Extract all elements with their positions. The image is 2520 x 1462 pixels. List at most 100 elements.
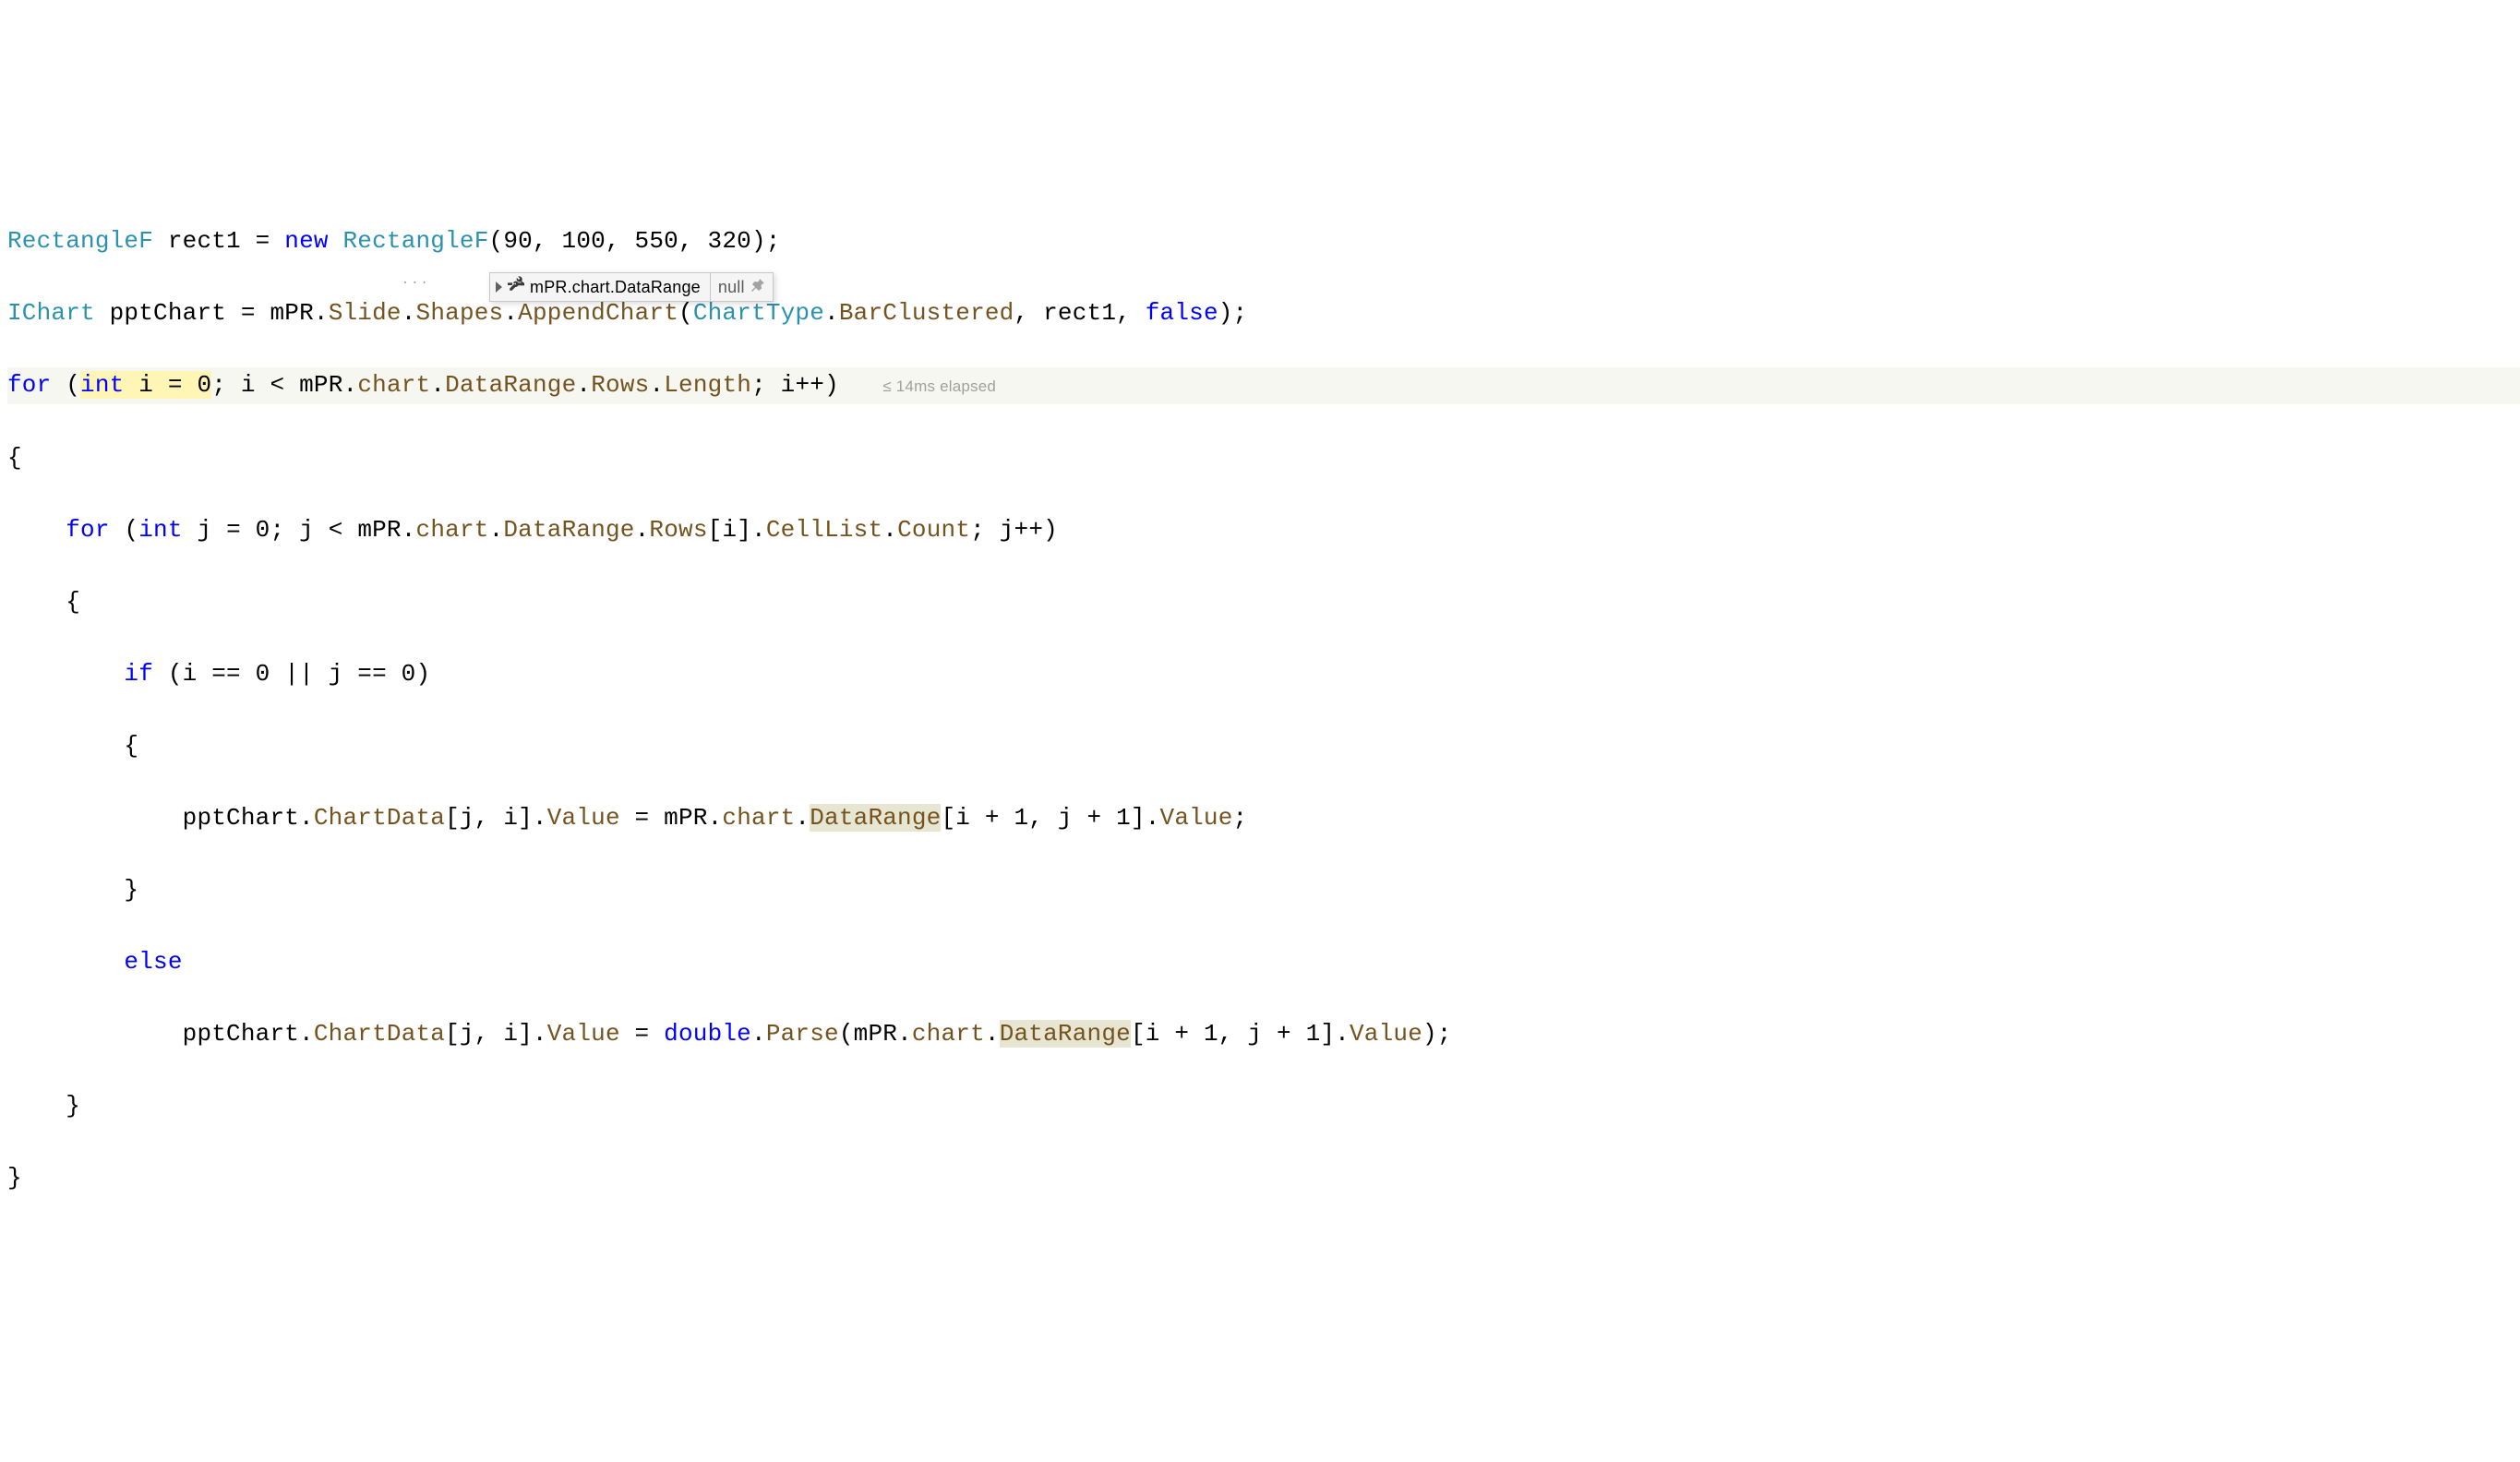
dot: . bbox=[402, 299, 416, 327]
code-line-7: if (i == 0 || j == 0) bbox=[7, 656, 2520, 692]
code: ; i < bbox=[211, 371, 299, 399]
dot: . bbox=[489, 516, 504, 544]
wrench-icon bbox=[508, 275, 524, 299]
ident: mPR bbox=[299, 371, 342, 399]
enum-value: BarClustered bbox=[839, 299, 1014, 327]
paren: ( bbox=[66, 371, 80, 399]
op: = bbox=[620, 1020, 664, 1048]
code-editor[interactable]: RectangleF rect1 = new RectangleF(90, 10… bbox=[0, 180, 2520, 1348]
datatip-left[interactable]: mPR.chart.DataRange bbox=[490, 273, 711, 301]
prop: Count bbox=[897, 516, 970, 544]
indexer: [i + 1, j + 1]. bbox=[1131, 1020, 1350, 1048]
prop: Value bbox=[1160, 804, 1233, 832]
code-line-12: pptChart.ChartData[j, i].Value = double.… bbox=[7, 1016, 2520, 1052]
dot: . bbox=[314, 299, 329, 327]
dot: . bbox=[824, 299, 839, 327]
datatip-expression: mPR.chart.DataRange bbox=[530, 275, 701, 299]
datatip-value: null bbox=[718, 275, 745, 299]
ident: mPR bbox=[270, 299, 313, 327]
code-line-9: pptChart.ChartData[j, i].Value = mPR.cha… bbox=[7, 800, 2520, 836]
dot: . bbox=[503, 299, 518, 327]
prop: Value bbox=[1350, 1020, 1422, 1048]
ident: mPR bbox=[357, 516, 401, 544]
debug-next-statement: int i = 0 bbox=[80, 371, 211, 399]
prop-highlighted: DataRange bbox=[1000, 1020, 1131, 1048]
indexer: [i]. bbox=[708, 516, 766, 544]
prop: Rows bbox=[591, 371, 649, 399]
method: AppendChart bbox=[518, 299, 678, 327]
dot: . bbox=[985, 1020, 1000, 1048]
paren: ( bbox=[678, 299, 693, 327]
code-line-3-current: for (int i = 0; i < mPR.chart.DataRange.… bbox=[7, 367, 2520, 404]
code-line-5: for (int j = 0; j < mPR.chart.DataRange.… bbox=[7, 512, 2520, 548]
keyword-else: else bbox=[124, 948, 182, 976]
keyword-for: for bbox=[66, 516, 124, 544]
code-line-10: } bbox=[7, 872, 2520, 908]
code: ; j++) bbox=[970, 516, 1058, 544]
dot: . bbox=[649, 371, 664, 399]
field: chart bbox=[912, 1020, 985, 1048]
type: RectangleF bbox=[342, 227, 488, 255]
code-line-14: } bbox=[7, 1160, 2520, 1196]
field: chart bbox=[357, 371, 430, 399]
ident: mPR bbox=[854, 1020, 897, 1048]
keyword-for: for bbox=[7, 371, 66, 399]
code-line-11: else bbox=[7, 944, 2520, 980]
indexer: [j, i]. bbox=[445, 804, 547, 832]
type: RectangleF bbox=[7, 227, 153, 255]
paren: ( bbox=[124, 516, 138, 544]
enum-type: ChartType bbox=[693, 299, 824, 327]
keyword-if: if bbox=[124, 660, 167, 688]
var: rect1 bbox=[153, 227, 256, 255]
code-line-8: { bbox=[7, 728, 2520, 764]
paren: ( bbox=[839, 1020, 854, 1048]
prop: DataRange bbox=[445, 371, 576, 399]
field: chart bbox=[416, 516, 489, 544]
args: , rect1, bbox=[1014, 299, 1146, 327]
dot: . bbox=[708, 804, 723, 832]
code-line-4: { bbox=[7, 440, 2520, 476]
type: IChart bbox=[7, 299, 95, 327]
indent bbox=[7, 1020, 183, 1048]
args: (90, 100, 550, 320); bbox=[489, 227, 781, 255]
prop: Shapes bbox=[416, 299, 504, 327]
decl: i = 0 bbox=[124, 371, 211, 399]
indexer: [i + 1, j + 1]. bbox=[941, 804, 1159, 832]
prop: ChartData bbox=[314, 804, 445, 832]
pin-icon[interactable] bbox=[750, 275, 765, 299]
keyword-int: int bbox=[138, 516, 182, 544]
indent bbox=[7, 660, 124, 688]
code-line-13: } bbox=[7, 1088, 2520, 1124]
indent bbox=[7, 948, 124, 976]
semi: ; bbox=[1233, 804, 1248, 832]
dot: . bbox=[402, 516, 416, 544]
prop: Slide bbox=[329, 299, 402, 327]
prop: Rows bbox=[649, 516, 707, 544]
dot: . bbox=[897, 1020, 912, 1048]
dot: . bbox=[751, 1020, 766, 1048]
code-line-2: IChart pptChart = mPR.Slide....Shapes.Ap… bbox=[7, 295, 2520, 331]
code: j = 0; j < bbox=[183, 516, 358, 544]
prop: Value bbox=[547, 1020, 620, 1048]
keyword-double: double bbox=[664, 1020, 751, 1048]
indexer: [j, i]. bbox=[445, 1020, 547, 1048]
datatip-right[interactable]: null bbox=[711, 273, 773, 301]
keyword-false: false bbox=[1146, 299, 1218, 327]
dot: . bbox=[635, 516, 650, 544]
condition: (i == 0 || j == 0) bbox=[168, 660, 430, 688]
method: Parse bbox=[766, 1020, 839, 1048]
code: ; i++) bbox=[751, 371, 839, 399]
code-line-1: RectangleF rect1 = new RectangleF(90, 10… bbox=[7, 223, 2520, 259]
dot: . bbox=[795, 804, 810, 832]
prop: DataRange bbox=[503, 516, 634, 544]
code-line-6: { bbox=[7, 584, 2520, 620]
perf-elapsed-label[interactable]: ≤ 14ms elapsed bbox=[882, 377, 996, 395]
expand-triangle-icon[interactable] bbox=[496, 282, 502, 293]
op: = bbox=[256, 227, 285, 255]
prop: CellList bbox=[766, 516, 882, 544]
prop: ChartData bbox=[314, 1020, 445, 1048]
keyword-int: int bbox=[80, 371, 124, 399]
debug-datatip[interactable]: mPR.chart.DataRange null bbox=[489, 272, 774, 302]
dot: . bbox=[343, 371, 358, 399]
indent bbox=[7, 804, 183, 832]
